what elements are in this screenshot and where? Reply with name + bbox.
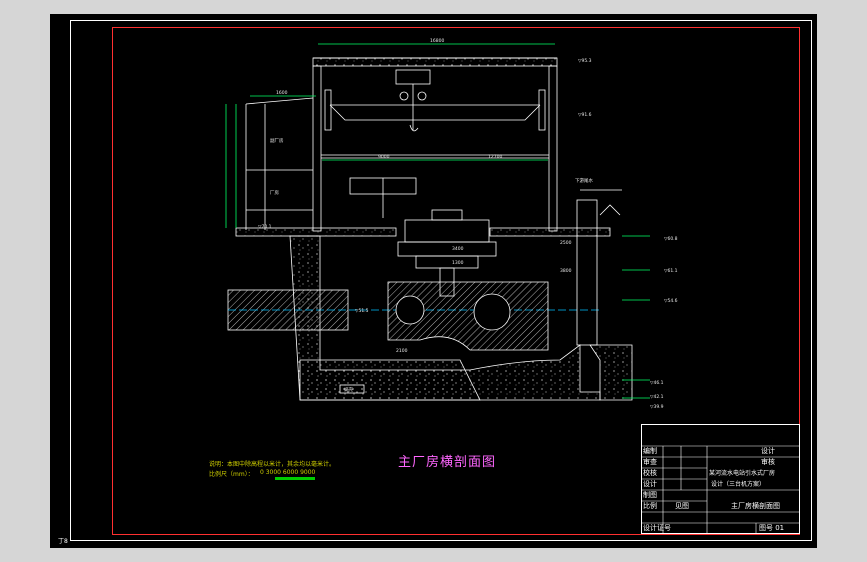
elev-turbine: ▽61.1 [664,268,678,274]
spiral-case [387,281,549,351]
elev-aux-floor: ▽70.1 [258,224,272,230]
elev-tail: ▽46.1 [650,380,664,386]
tb-row3-left: 校核 [643,469,657,477]
dim-label-right-floor: 2500 [560,240,572,246]
scale-note: 比例尺（mm）： [209,471,254,478]
tb-row6-left: 比例 [643,502,657,510]
elev-gen-floor: ▽60.8 [664,236,678,242]
generator-floor [235,227,611,237]
title-block-grid [641,424,800,534]
tb-row7-right: 图号 01 [759,524,785,532]
dim-label-top: 16800 [430,38,444,44]
tb-row6-mid: 见图 [675,502,689,510]
corner-mark: 丁8 [58,538,68,545]
tb-row4-left: 设计 [643,480,657,488]
tb-row1-left: 编制 [643,447,657,455]
tb-row6-right: 主厂房横剖面图 [731,502,780,510]
title-block: 编制 设计 审查 审核 校核 某河流水电站引水式厂房 设计 设计（三台机方案） … [641,424,800,534]
tb-row1-right: 设计 [761,447,775,455]
elev-axis: ▽54.6 [664,298,678,304]
area-spiral: 蜗壳 [344,386,353,393]
generator-unit [349,177,497,297]
tailrace-structure [576,189,622,346]
elev-inlet: ▽51.5 [355,308,369,314]
drawing-title: 主厂房横剖面图 [398,455,497,470]
scale-values: 0 3000 6000 9000 [260,469,316,476]
roof-slab [312,57,558,67]
bridge-crane [324,69,546,132]
area-aux-building: 副厂房 [270,137,284,144]
elev-draft-floor: ▽42.1 [650,394,664,400]
tb-row7-left: 设计证号 [643,524,671,532]
elev-foundation: ▽39.9 [650,404,664,410]
area-main-building: 厂房 [270,189,279,196]
tb-row2-right: 审核 [761,458,775,466]
tb-row2-left: 审查 [643,458,657,466]
elev-roof: ▽95.3 [578,58,592,64]
scale-bar [275,477,315,480]
tb-row5-left: 制图 [643,491,657,499]
area-tailrace: 下游尾水 [575,177,593,184]
dim-label-right-bay: 12700 [488,154,502,160]
dim-label-aux: 1600 [276,90,288,96]
dim-label-draft: 2100 [396,348,408,354]
tb-row3-right: 某河流水电站引水式厂房 [709,470,776,477]
dim-label-turbine: 1300 [452,260,464,266]
elev-crane: ▽91.6 [578,112,592,118]
tb-row4-right: 设计（三台机方案） [711,481,766,488]
dim-label-generator: 3400 [452,246,464,252]
dim-label-right-lower: 3800 [560,268,572,274]
drawing-note: 说明：本图中除高程以米计，其余均以毫米计。 [209,461,336,468]
auxiliary-building [245,97,314,230]
dim-label-left-bay: 9000 [378,154,390,160]
powerhouse-columns [312,65,558,232]
